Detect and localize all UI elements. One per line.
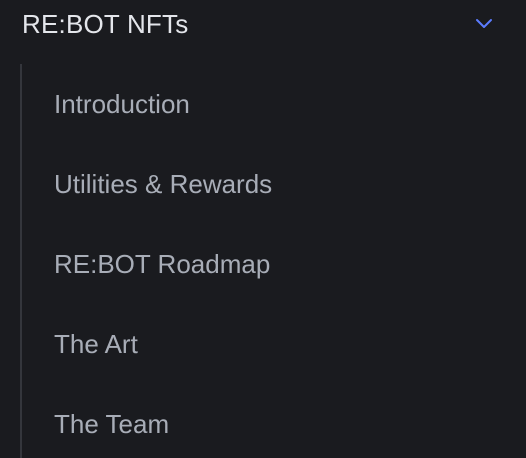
- nav-item-rebot-roadmap[interactable]: RE:BOT Roadmap: [54, 244, 494, 284]
- nav-item-utilities-rewards[interactable]: Utilities & Rewards: [54, 164, 494, 204]
- nav-item-introduction[interactable]: Introduction: [54, 84, 494, 124]
- nav-group-header[interactable]: RE:BOT NFTs: [0, 0, 526, 50]
- nav-item-the-team[interactable]: The Team: [54, 404, 494, 444]
- chevron-down-icon[interactable]: [473, 14, 495, 32]
- nav-group-title: RE:BOT NFTs: [22, 9, 189, 39]
- nav-group-rebot-nfts: RE:BOT NFTs Introduction Utilities & Rew…: [0, 0, 526, 458]
- tree-guide-line: [20, 64, 22, 458]
- nav-item-the-art[interactable]: The Art: [54, 324, 494, 364]
